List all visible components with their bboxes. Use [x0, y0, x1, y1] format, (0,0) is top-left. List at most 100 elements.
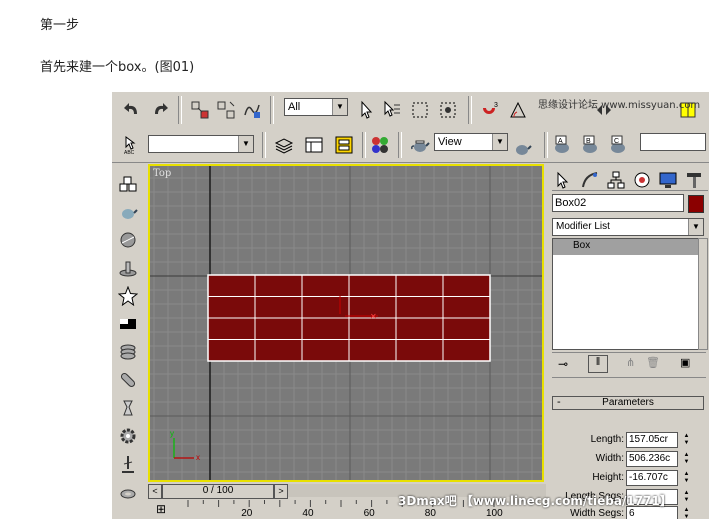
configure-sets-icon[interactable]: ▣	[680, 356, 690, 369]
spinner-icon[interactable]: ▲ ▼	[682, 433, 691, 447]
tab-motion[interactable]	[630, 168, 654, 192]
teapot-icon	[411, 140, 430, 152]
create-sphere-button[interactable]	[116, 228, 140, 252]
viewport-label[interactable]: Top	[153, 168, 171, 179]
torus-icon	[120, 489, 136, 499]
material-editor-button[interactable]	[368, 133, 392, 157]
link-icon	[191, 101, 209, 119]
next-frame-icon[interactable]: >	[274, 484, 288, 499]
max-screenshot: All ▼ 3 思缘设计论坛 www.missyuan.com ABC ▼ Vi…	[112, 92, 709, 519]
create-stack-button[interactable]	[116, 340, 140, 364]
tab-create[interactable]	[552, 168, 576, 192]
svg-text:C: C	[614, 138, 619, 145]
named-selection-set-button[interactable]: ABC	[120, 133, 144, 157]
svg-text:B: B	[586, 138, 591, 145]
remove-modifier-icon[interactable]: 🗑	[646, 356, 660, 369]
show-end-result-icon[interactable]: ‖	[588, 355, 608, 373]
create-torus-button[interactable]	[116, 480, 140, 504]
stack-icon	[120, 344, 136, 360]
modifier-list-dropdown[interactable]: Modifier List ▼	[552, 218, 704, 236]
chevron-down-icon: ▼	[332, 99, 347, 115]
create-gear-button[interactable]	[116, 424, 140, 448]
time-slider-thumb[interactable]: 0 / 100	[162, 484, 274, 499]
toolbar-separator	[178, 96, 182, 124]
stack-item-label: Box	[573, 240, 591, 251]
param-row: Height: -16.707c ▲ ▼	[548, 470, 708, 487]
command-panel: Box02 Modifier List ▼ Box ⊸ ‖ ⋔ 🗑 ▣ - Pa…	[548, 164, 709, 519]
track-view-button[interactable]	[302, 133, 326, 157]
select-by-name-button[interactable]	[380, 98, 404, 122]
modifier-stack[interactable]: Box	[552, 238, 700, 350]
teapot-b-icon: B	[583, 135, 597, 153]
step-title: 第一步	[40, 18, 80, 33]
undo-button[interactable]	[120, 98, 144, 122]
star-icon	[118, 286, 138, 306]
selection-filter-dropdown[interactable]: All ▼	[284, 98, 348, 116]
toolbar-separator	[262, 132, 266, 158]
hammer-icon	[687, 173, 701, 188]
create-teapot-button[interactable]	[116, 200, 140, 224]
chevron-down-icon: ▼	[238, 136, 253, 152]
teapot-c-icon: C	[611, 135, 625, 153]
preset-a-button[interactable]: A	[550, 133, 574, 157]
tab-hierarchy[interactable]	[604, 168, 628, 192]
object-name-field[interactable]: Box02	[552, 194, 684, 212]
schematic-view-button[interactable]	[332, 133, 356, 157]
render-scene-button[interactable]	[408, 133, 432, 157]
spinner-icon[interactable]: ▲ ▼	[682, 471, 691, 485]
stack-scrollbar[interactable]	[698, 238, 708, 350]
rectangular-selection-button[interactable]	[408, 98, 432, 122]
undo-icon	[124, 103, 137, 114]
create-capsule-button[interactable]	[116, 368, 140, 392]
redo-button[interactable]	[148, 98, 172, 122]
window-crossing-button[interactable]	[436, 98, 460, 122]
toolbar-separator	[544, 132, 548, 158]
pin-stack-icon[interactable]: ⊸	[558, 357, 568, 371]
quick-render-button[interactable]	[510, 136, 534, 160]
parameters-rollout-header[interactable]: - Parameters	[552, 396, 704, 410]
named-selection-dropdown[interactable]: ▼	[148, 135, 254, 153]
boxes-icon	[119, 176, 137, 192]
create-box-button[interactable]	[116, 172, 140, 196]
param-value-field[interactable]: 157.05cr	[626, 432, 678, 448]
reference-coord-dropdown[interactable]: View ▼	[434, 133, 508, 151]
magnet-icon: 3	[483, 102, 498, 114]
create-plane-button[interactable]	[116, 312, 140, 336]
tab-modify[interactable]	[578, 168, 602, 192]
object-color-swatch[interactable]	[688, 195, 704, 213]
ruler-label: 20	[241, 508, 253, 519]
preset-c-button[interactable]: C	[606, 133, 630, 157]
tab-display[interactable]	[656, 168, 680, 192]
lathe-icon	[123, 400, 133, 416]
select-and-link-button[interactable]	[188, 98, 212, 122]
select-object-button[interactable]	[354, 98, 378, 122]
bind-space-warp-button[interactable]	[240, 98, 264, 122]
create-cylinder-button[interactable]	[116, 256, 140, 280]
render-type-dropdown[interactable]	[640, 133, 706, 151]
param-value-field[interactable]: -16.707c	[626, 470, 678, 486]
param-label: Width:	[595, 453, 624, 464]
track-view-icon	[305, 137, 323, 153]
layer-manager-button[interactable]	[272, 133, 296, 157]
param-value-field[interactable]: 506.236c	[626, 451, 678, 467]
prev-frame-icon[interactable]: <	[148, 484, 162, 499]
spinner-icon[interactable]: ▲ ▼	[682, 507, 691, 519]
preset-b-button[interactable]: B	[578, 133, 602, 157]
stack-item-selected[interactable]: Box	[553, 239, 699, 255]
unlink-button[interactable]	[214, 98, 238, 122]
snaps-toggle-button[interactable]: 3	[478, 98, 502, 122]
spinner-icon[interactable]: ▲ ▼	[682, 452, 691, 466]
svg-text:A: A	[558, 138, 563, 145]
top-viewport[interactable]: ✕ y x Top	[148, 164, 544, 482]
spinner-icon[interactable]: ▲ ▼	[682, 490, 691, 504]
tab-utilities[interactable]	[682, 168, 706, 192]
create-lathe-button[interactable]	[116, 396, 140, 420]
make-unique-icon[interactable]: ⋔	[626, 356, 635, 369]
modify-icon	[582, 172, 598, 188]
ruler-label: 80	[424, 508, 436, 519]
create-hose-button[interactable]	[116, 452, 140, 476]
layers-icon	[274, 138, 294, 154]
ruler-label: 60	[363, 508, 375, 519]
create-star-button[interactable]	[116, 284, 140, 308]
angle-snap-button[interactable]	[506, 98, 530, 122]
